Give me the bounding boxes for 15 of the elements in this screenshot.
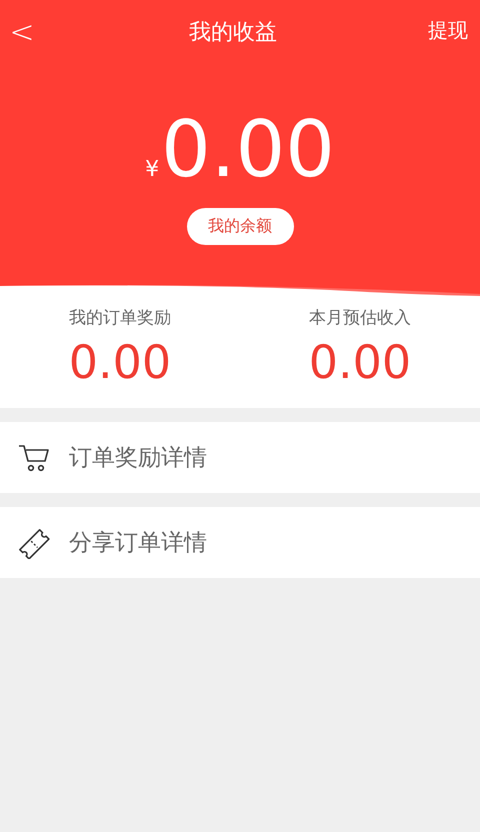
ticket-icon — [17, 526, 51, 558]
menu-label: 订单奖励详情 — [69, 444, 207, 473]
stat-label: 我的订单奖励 — [69, 307, 171, 329]
balance-button[interactable]: 我的余额 — [186, 208, 294, 245]
stat-value: 0.00 — [308, 335, 412, 389]
menu-item[interactable]: 订单奖励详情 — [0, 422, 480, 493]
menu-label: 分享订单详情 — [69, 529, 207, 558]
withdraw-button[interactable]: 提现 — [428, 16, 468, 44]
page-title: 我的收益 — [189, 19, 277, 47]
balance-amount: 0.00 — [161, 104, 335, 196]
stat-label: 本月预估收入 — [309, 307, 411, 329]
currency-symbol: ¥ — [145, 157, 160, 182]
stat-value: 0.00 — [68, 335, 172, 389]
menu-item[interactable]: 分享订单详情 — [0, 507, 480, 578]
back-button[interactable]: < — [6, 14, 38, 50]
